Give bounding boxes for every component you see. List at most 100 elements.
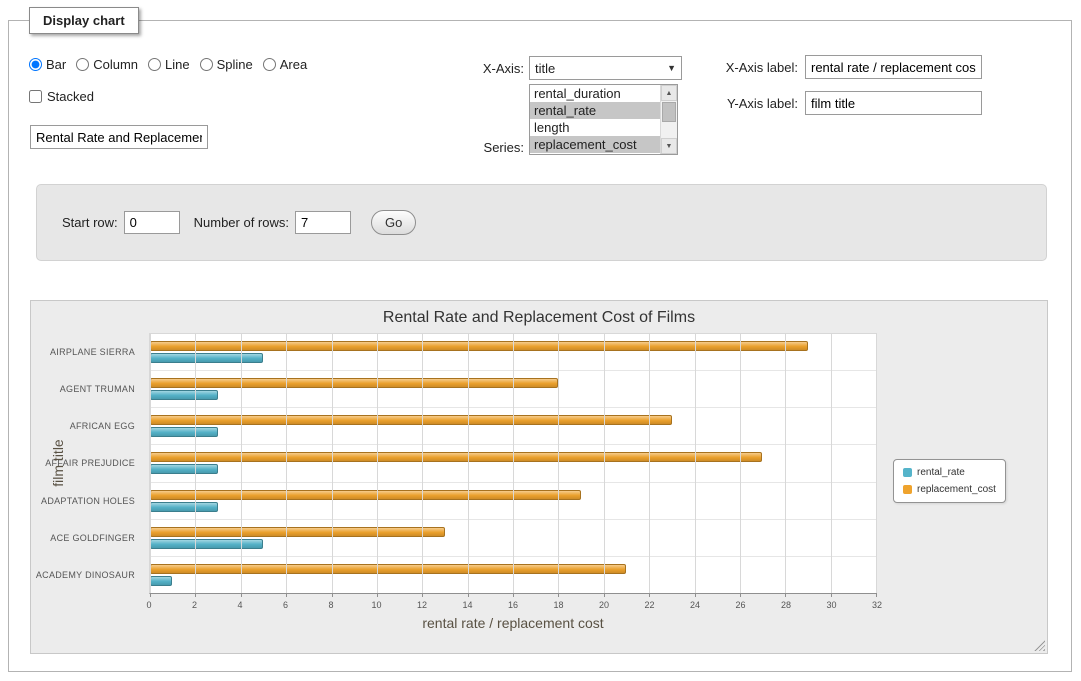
dropdown-arrow-icon: ▼ bbox=[667, 63, 676, 73]
legend-item-replacement_cost[interactable]: replacement_cost bbox=[903, 484, 996, 495]
series-listbox[interactable]: rental_durationrental_ratelengthreplacem… bbox=[529, 84, 678, 155]
column-radio[interactable] bbox=[76, 58, 89, 71]
scroll-down-icon[interactable]: ▼ bbox=[661, 138, 677, 154]
bar-replacement_cost bbox=[150, 341, 808, 351]
bar-replacement_cost bbox=[150, 378, 558, 388]
gridline bbox=[695, 334, 696, 593]
chart-type-label: Area bbox=[280, 57, 307, 72]
bar-rental_rate bbox=[150, 353, 263, 363]
series-option-length[interactable]: length bbox=[530, 119, 660, 136]
legend-item-rental_rate[interactable]: rental_rate bbox=[903, 467, 996, 478]
y-axis-label-field-label: Y-Axis label: bbox=[698, 96, 798, 111]
x-tick-label: 16 bbox=[508, 600, 518, 610]
gridline bbox=[785, 334, 786, 593]
x-tick-label: 32 bbox=[872, 600, 882, 610]
x-tick-label: 4 bbox=[237, 600, 242, 610]
x-axis-select[interactable]: title ▼ bbox=[529, 56, 682, 80]
x-axis-label-input[interactable] bbox=[805, 55, 982, 79]
category-label: AIRPLANE SIERRA bbox=[31, 333, 143, 370]
chart-type-label: Bar bbox=[46, 57, 66, 72]
category-labels: AIRPLANE SIERRAAGENT TRUMANAFRICAN EGGAF… bbox=[31, 333, 143, 594]
bar-radio[interactable] bbox=[29, 58, 42, 71]
y-axis-label-input[interactable] bbox=[805, 91, 982, 115]
series-option-rental_duration[interactable]: rental_duration bbox=[530, 85, 660, 102]
bar-replacement_cost bbox=[150, 490, 581, 500]
x-tick-label: 0 bbox=[146, 600, 151, 610]
tick-mark bbox=[513, 593, 514, 597]
series-option-replacement_cost[interactable]: replacement_cost bbox=[530, 136, 660, 153]
tick-mark bbox=[558, 593, 559, 597]
chart-title-input[interactable] bbox=[30, 125, 208, 149]
gridline bbox=[876, 334, 877, 593]
chart-type-option-column[interactable]: Column bbox=[76, 57, 138, 72]
area-radio[interactable] bbox=[263, 58, 276, 71]
tick-mark bbox=[876, 593, 877, 597]
gridline bbox=[332, 334, 333, 593]
x-axis-title: rental rate / replacement cost bbox=[149, 615, 877, 631]
tick-mark bbox=[195, 593, 196, 597]
series-scrollbar[interactable]: ▲ ▼ bbox=[660, 85, 677, 154]
category-label: ADAPTATION HOLES bbox=[31, 482, 143, 519]
scrollbar-thumb[interactable] bbox=[662, 102, 676, 122]
gridline bbox=[604, 334, 605, 593]
gridline bbox=[740, 334, 741, 593]
bar-rental_rate bbox=[150, 502, 218, 512]
tick-mark bbox=[422, 593, 423, 597]
resize-handle-icon[interactable] bbox=[1034, 640, 1045, 651]
stacked-label: Stacked bbox=[47, 89, 94, 104]
gridline bbox=[286, 334, 287, 593]
series-listbox-items: rental_durationrental_ratelengthreplacem… bbox=[530, 85, 660, 154]
x-tick-label: 12 bbox=[417, 600, 427, 610]
tick-mark bbox=[740, 593, 741, 597]
x-tick-label: 24 bbox=[690, 600, 700, 610]
number-of-rows-label: Number of rows: bbox=[194, 215, 289, 230]
chart-type-option-area[interactable]: Area bbox=[263, 57, 307, 72]
bar-rental_rate bbox=[150, 390, 218, 400]
bar-replacement_cost bbox=[150, 452, 762, 462]
chart-type-option-bar[interactable]: Bar bbox=[29, 57, 66, 72]
start-row-input[interactable] bbox=[124, 211, 180, 234]
chart-title: Rental Rate and Replacement Cost of Film… bbox=[31, 309, 1047, 327]
number-of-rows-input[interactable] bbox=[295, 211, 351, 234]
stacked-checkbox[interactable] bbox=[29, 90, 42, 103]
tick-mark bbox=[831, 593, 832, 597]
spline-radio[interactable] bbox=[200, 58, 213, 71]
line-radio[interactable] bbox=[148, 58, 161, 71]
tick-mark bbox=[150, 593, 151, 597]
gridline bbox=[513, 334, 514, 593]
bar-rental_rate bbox=[150, 427, 218, 437]
gridline bbox=[468, 334, 469, 593]
chart-type-option-line[interactable]: Line bbox=[148, 57, 190, 72]
stacked-option[interactable]: Stacked bbox=[29, 89, 94, 104]
legend-label: rental_rate bbox=[917, 467, 965, 478]
gridline bbox=[377, 334, 378, 593]
x-tick-label: 28 bbox=[781, 600, 791, 610]
chart-type-label: Column bbox=[93, 57, 138, 72]
display-chart-panel: Display chart BarColumnLineSplineArea St… bbox=[8, 20, 1072, 672]
chart-type-radios: Bar Column Line Spline Area bbox=[29, 57, 307, 72]
gridline bbox=[558, 334, 559, 593]
chart-legend: rental_rate replacement_cost bbox=[893, 459, 1006, 503]
tick-mark bbox=[604, 593, 605, 597]
x-tick-label: 2 bbox=[192, 600, 197, 610]
start-row-label: Start row: bbox=[62, 215, 118, 230]
go-button[interactable]: Go bbox=[371, 210, 416, 235]
x-tick-labels: 02468101214161820222426283032 bbox=[149, 600, 877, 612]
x-tick-label: 20 bbox=[599, 600, 609, 610]
series-option-rental_rate[interactable]: rental_rate bbox=[530, 102, 660, 119]
gridline bbox=[831, 334, 832, 593]
bar-rental_rate bbox=[150, 539, 263, 549]
x-tick-label: 18 bbox=[553, 600, 563, 610]
legend-swatch bbox=[903, 485, 912, 494]
category-label: ACADEMY DINOSAUR bbox=[31, 557, 143, 594]
bar-replacement_cost bbox=[150, 564, 626, 574]
category-label: AFFAIR PREJUDICE bbox=[31, 445, 143, 482]
tick-mark bbox=[649, 593, 650, 597]
scroll-up-icon[interactable]: ▲ bbox=[661, 85, 677, 101]
chart-type-option-spline[interactable]: Spline bbox=[200, 57, 253, 72]
bar-replacement_cost bbox=[150, 415, 672, 425]
gridline bbox=[241, 334, 242, 593]
x-tick-label: 22 bbox=[644, 600, 654, 610]
x-axis-selected-value: title bbox=[535, 61, 555, 76]
tick-mark bbox=[785, 593, 786, 597]
